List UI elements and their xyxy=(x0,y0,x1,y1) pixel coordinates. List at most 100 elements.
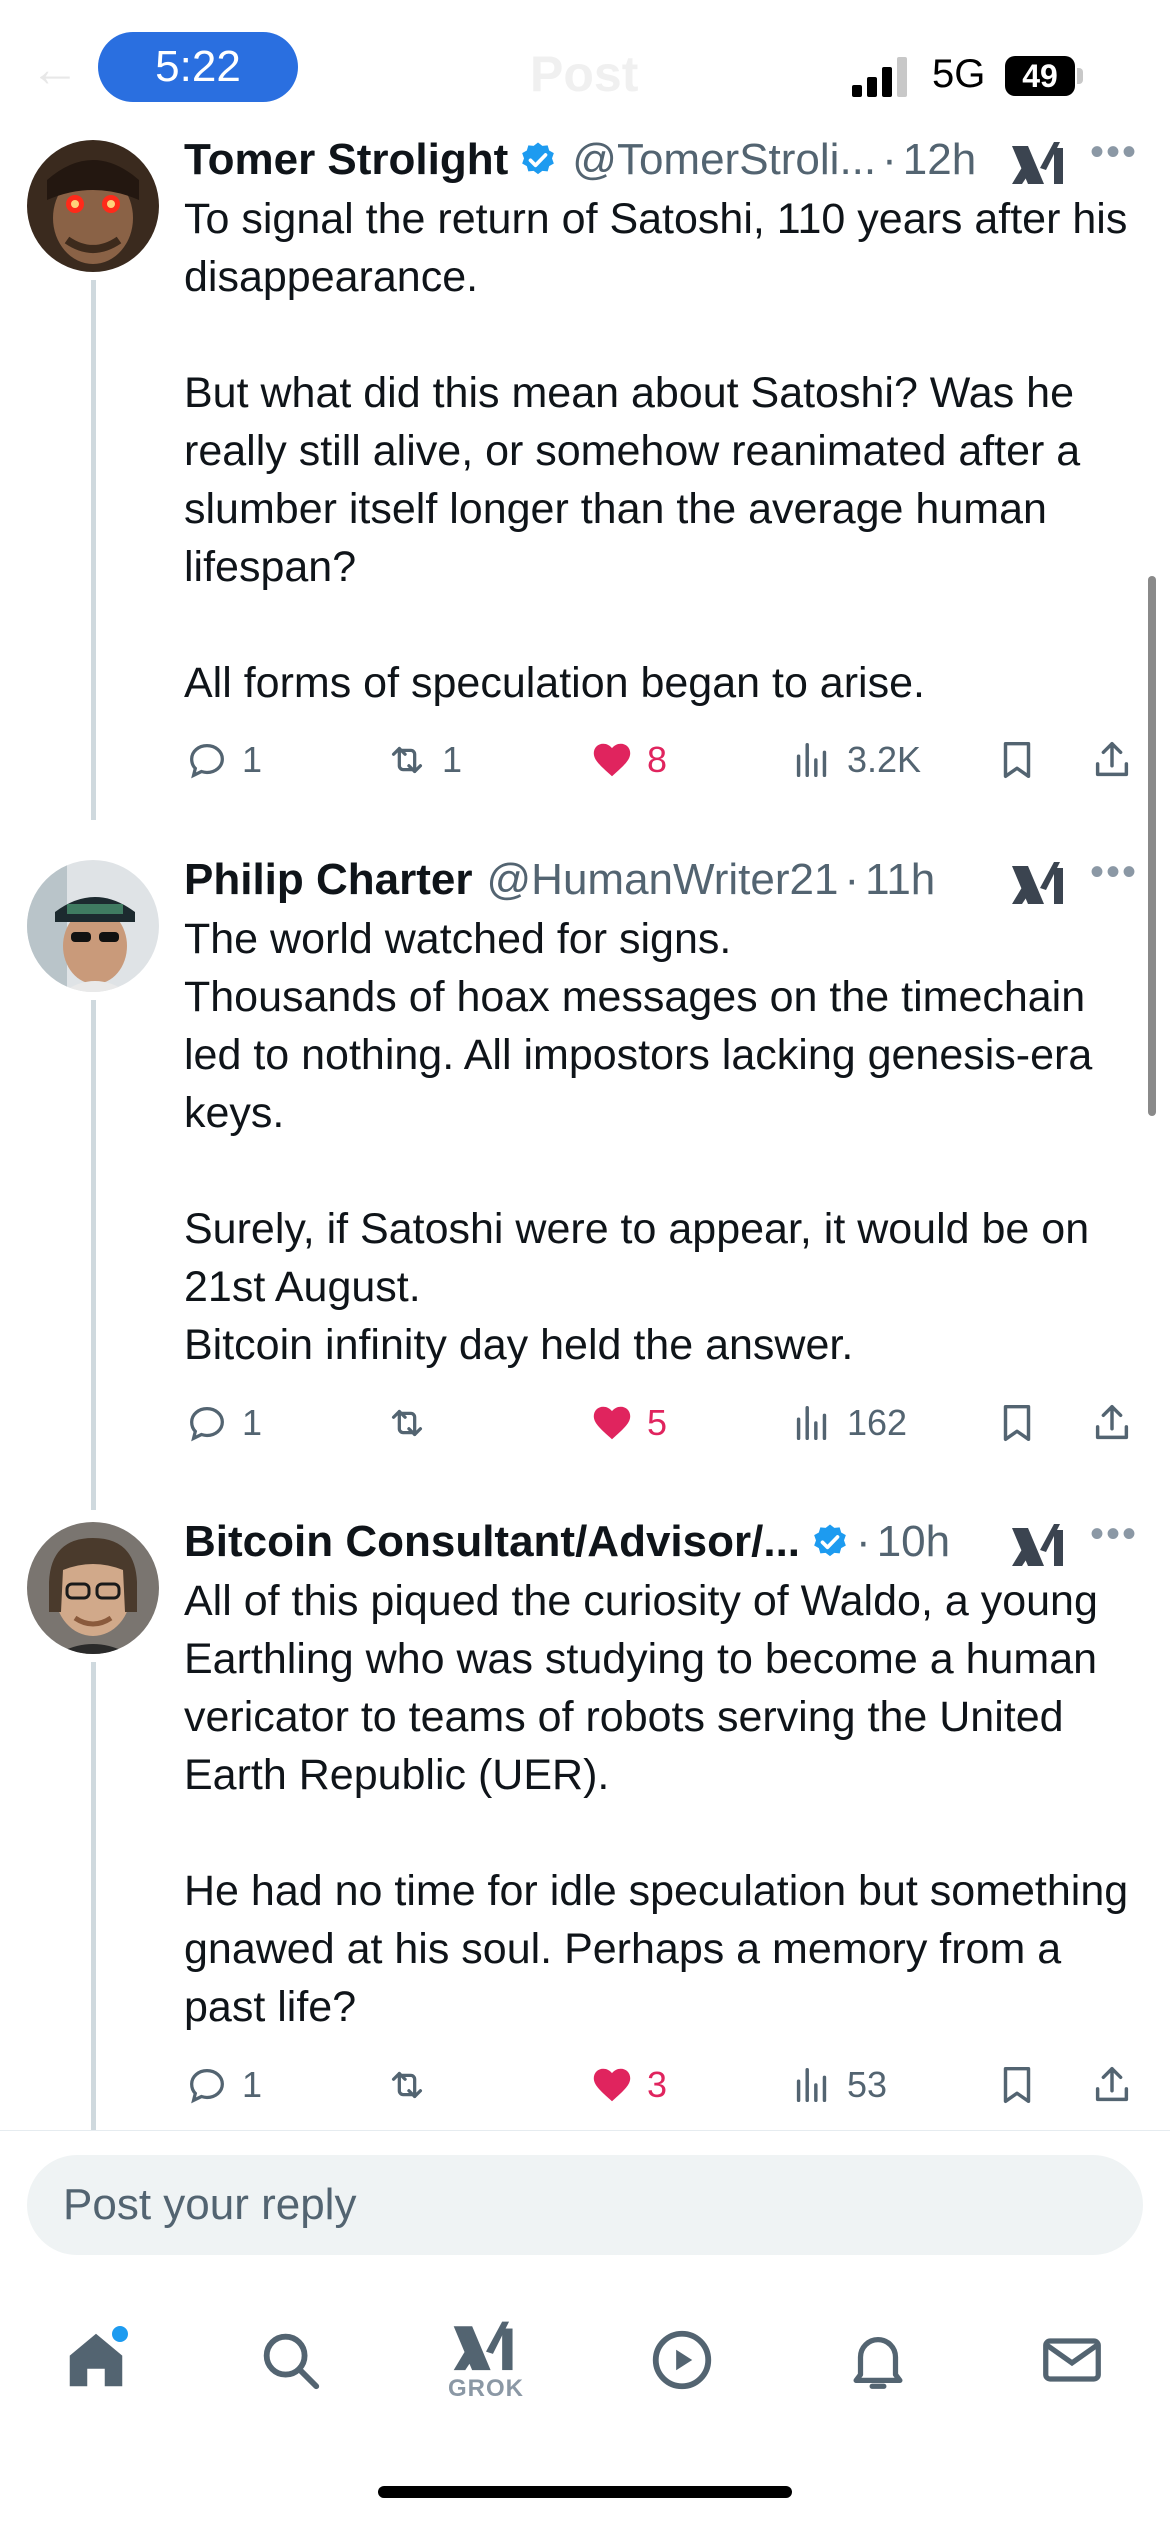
repost-icon xyxy=(391,2071,423,2099)
grok-icon xyxy=(453,2321,513,2371)
bookmark-icon xyxy=(1003,2066,1031,2104)
more-options-icon[interactable]: ••• xyxy=(1090,850,1138,895)
like-count: 3 xyxy=(647,2064,668,2105)
network-label: 5G xyxy=(932,52,986,96)
mail-icon xyxy=(1043,2338,1101,2382)
repost-icon xyxy=(391,1409,423,1437)
heart-icon xyxy=(593,1406,631,1440)
views-count: 3.2K xyxy=(847,739,922,780)
author-name[interactable]: Bitcoin Consultant/Advisor/... xyxy=(184,1517,800,1567)
signal-icon xyxy=(852,57,907,97)
like-count: 5 xyxy=(647,1402,668,1443)
nav-video[interactable] xyxy=(632,2310,732,2410)
reply-count: 1 xyxy=(242,2064,263,2105)
share-icon xyxy=(1095,741,1129,777)
author-name[interactable]: Philip Charter xyxy=(184,855,473,905)
post-age: 10h xyxy=(876,1517,951,1566)
views-button[interactable]: 162 xyxy=(789,1393,907,1453)
bookmark-button[interactable] xyxy=(994,730,1040,790)
thread-line xyxy=(91,1000,96,1510)
share-icon xyxy=(1095,2066,1129,2102)
share-button[interactable] xyxy=(1089,2055,1135,2115)
play-icon xyxy=(652,2330,712,2390)
bookmark-button[interactable] xyxy=(994,2055,1040,2115)
tweet-text: The world watched for signs. Thousands o… xyxy=(184,915,1093,1369)
views-button[interactable]: 3.2K xyxy=(789,730,921,790)
reply-button[interactable]: 1 xyxy=(184,1393,262,1453)
reply-button[interactable]: 1 xyxy=(184,730,262,790)
grok-label: GROK xyxy=(448,2375,524,2402)
heart-icon xyxy=(593,743,631,777)
share-button[interactable] xyxy=(1089,1393,1135,1453)
reply-button[interactable]: 1 xyxy=(184,2055,262,2115)
battery-nub xyxy=(1077,68,1083,84)
like-button[interactable]: 3 xyxy=(589,2055,667,2115)
tweet-actions: 1 5 162 xyxy=(184,1393,1144,1453)
repost-button[interactable]: 1 xyxy=(384,730,462,790)
reply-bar xyxy=(0,2130,1170,2270)
tweet-text: All of this piqued the curiosity of Wald… xyxy=(184,1577,1129,2031)
views-count: 53 xyxy=(847,2064,888,2105)
views-icon xyxy=(796,2067,827,2103)
nav-home[interactable] xyxy=(46,2310,146,2410)
tweet-header: Bitcoin Consultant/Advisor/... · 10h xyxy=(184,1512,950,1572)
back-icon[interactable]: ← xyxy=(30,40,80,98)
scrollbar[interactable] xyxy=(1148,576,1156,1116)
author-handle[interactable]: @TomerStroli... xyxy=(572,135,876,185)
separator-dot: · xyxy=(856,1517,871,1566)
nav-search[interactable] xyxy=(240,2310,340,2410)
tweet[interactable]: Bitcoin Consultant/Advisor/... · 10h •••… xyxy=(0,1512,1170,2130)
separator-dot: · xyxy=(882,135,897,184)
verified-badge-icon xyxy=(522,142,555,175)
status-time: 5:22 xyxy=(98,32,298,102)
share-icon xyxy=(1095,1404,1129,1440)
author-handle[interactable]: @HumanWriter21 xyxy=(487,855,839,905)
status-bar: ← Post 5:22 5G 49 xyxy=(0,0,1170,130)
reply-icon xyxy=(190,743,224,779)
more-options-icon[interactable]: ••• xyxy=(1090,1512,1138,1557)
home-indicator xyxy=(378,2486,792,2498)
views-button[interactable]: 53 xyxy=(789,2055,887,2115)
grok-icon[interactable] xyxy=(1010,1520,1070,1572)
reply-count: 1 xyxy=(242,1402,263,1443)
bottom-nav: GROK xyxy=(0,2290,1170,2420)
bookmark-button[interactable] xyxy=(994,1393,1040,1453)
nav-messages[interactable] xyxy=(1022,2310,1122,2410)
notification-dot xyxy=(112,2326,128,2342)
separator-dot: · xyxy=(844,855,860,904)
like-button[interactable]: 5 xyxy=(589,1393,667,1453)
tweet[interactable]: Philip Charter @HumanWriter21 · 11h ••• … xyxy=(0,850,1170,1510)
share-button[interactable] xyxy=(1089,730,1135,790)
post-age: 11h xyxy=(865,855,936,904)
nav-grok[interactable]: GROK xyxy=(436,2310,536,2410)
grok-icon[interactable] xyxy=(1010,858,1070,910)
repost-count: 1 xyxy=(442,739,463,780)
more-options-icon[interactable]: ••• xyxy=(1090,130,1138,175)
nav-notifications[interactable] xyxy=(828,2310,928,2410)
tweet-header: Tomer Strolight @TomerStroli... · 12h xyxy=(184,130,976,190)
avatar[interactable] xyxy=(27,1522,159,1654)
repost-icon xyxy=(391,746,423,774)
repost-button[interactable] xyxy=(384,1393,442,1453)
tweet-actions: 1 3 53 xyxy=(184,2055,1144,2115)
reply-count: 1 xyxy=(242,739,263,780)
avatar[interactable] xyxy=(27,140,159,272)
thread-line xyxy=(91,1662,96,2130)
header-title: Post xyxy=(530,46,639,102)
repost-button[interactable] xyxy=(384,2055,442,2115)
like-count: 8 xyxy=(647,739,668,780)
author-name[interactable]: Tomer Strolight xyxy=(184,135,508,185)
avatar[interactable] xyxy=(27,860,159,992)
tweet-text: To signal the return of Satoshi, 110 yea… xyxy=(184,195,1128,707)
tweet[interactable]: Tomer Strolight @TomerStroli... · 12h ••… xyxy=(0,130,1170,820)
like-button[interactable]: 8 xyxy=(589,730,667,790)
views-icon xyxy=(796,1405,827,1441)
bookmark-icon xyxy=(1003,1404,1031,1442)
thread-line xyxy=(91,280,96,820)
tweet-actions: 1 1 8 3.2K xyxy=(184,730,1144,790)
reply-input[interactable] xyxy=(27,2155,1143,2255)
reply-icon xyxy=(190,1406,224,1442)
verified-badge-icon xyxy=(814,1524,846,1557)
tweet-header: Philip Charter @HumanWriter21 · 11h xyxy=(184,850,935,910)
grok-icon[interactable] xyxy=(1010,138,1070,190)
